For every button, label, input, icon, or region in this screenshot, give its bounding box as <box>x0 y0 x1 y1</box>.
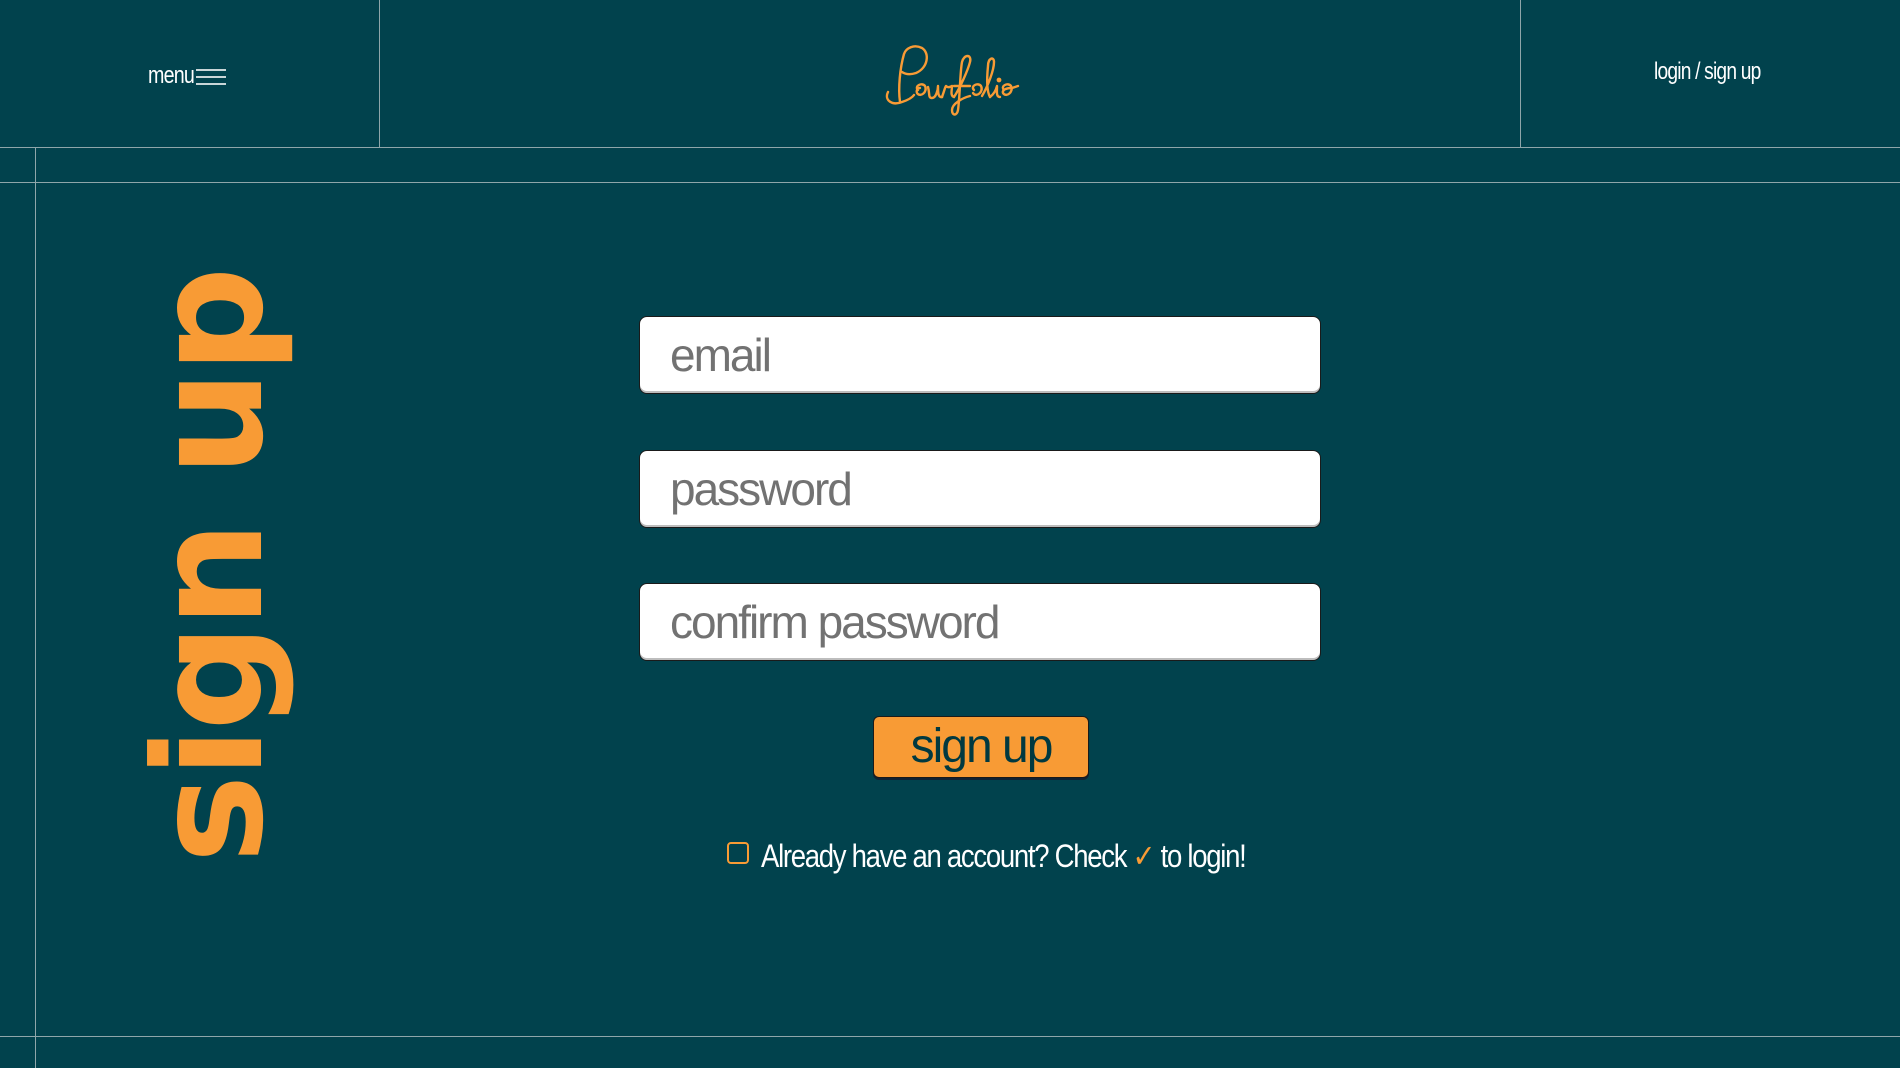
logo[interactable] <box>878 40 1038 118</box>
login-prompt-text: Already have an account? Check ✓ to logi… <box>761 837 1247 875</box>
menu-label: menu <box>148 62 195 89</box>
frame-line-bottom <box>0 1036 1900 1037</box>
login-prompt: Already have an account? Check ✓ to logi… <box>727 836 1324 876</box>
confirm-password-field[interactable] <box>639 583 1321 661</box>
header-right-cell: login / sign up <box>1520 0 1900 147</box>
login-prompt-after: to login! <box>1154 838 1247 874</box>
frame-line-top <box>0 182 1900 183</box>
sign-up-button[interactable]: sign up <box>873 716 1089 778</box>
checkmark-icon: ✓ <box>1132 838 1156 874</box>
frame-line-left <box>35 147 36 1068</box>
login-prompt-before: Already have an account? Check <box>761 838 1133 874</box>
menu-button[interactable]: menu <box>148 58 226 94</box>
header-left-cell: menu <box>0 0 380 147</box>
login-signup-link[interactable]: login / sign up <box>1654 58 1761 86</box>
page-title: sign up <box>123 270 297 863</box>
password-field[interactable] <box>639 450 1321 528</box>
page-title-word-sign: sign <box>123 524 297 864</box>
login-checkbox[interactable] <box>727 842 749 864</box>
hamburger-icon <box>196 66 226 86</box>
page-title-word-up: up <box>123 270 297 477</box>
header: menu login / sign up <box>0 0 1900 148</box>
email-field[interactable] <box>639 316 1321 394</box>
